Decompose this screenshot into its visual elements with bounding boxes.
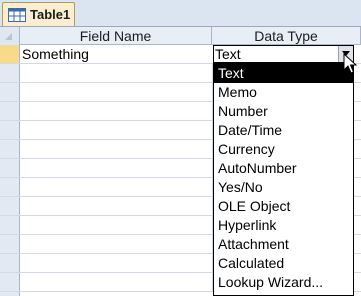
row-selector[interactable]: [0, 216, 20, 234]
row-selector[interactable]: [0, 64, 20, 82]
dropdown-option[interactable]: Lookup Wizard...: [214, 273, 353, 292]
row-selector[interactable]: [0, 254, 20, 272]
row-selector[interactable]: [0, 197, 20, 215]
tab-table1[interactable]: Table1: [2, 2, 75, 26]
field-name-cell[interactable]: Something: [22, 45, 89, 63]
dropdown-option[interactable]: Calculated: [214, 254, 353, 273]
data-type-combobox[interactable]: Text: [213, 45, 354, 63]
row-selector[interactable]: [0, 102, 20, 120]
tab-label: Table1: [30, 7, 71, 22]
tab-strip: Table1: [0, 0, 361, 27]
dropdown-option[interactable]: Currency: [214, 140, 353, 159]
dropdown-option[interactable]: Memo: [214, 83, 353, 102]
grid-corner: [0, 27, 19, 46]
row-selector[interactable]: [0, 159, 20, 177]
dropdown-option[interactable]: Text: [214, 64, 353, 83]
dropdown-option[interactable]: Attachment: [214, 235, 353, 254]
dropdown-option[interactable]: Hyperlink: [214, 216, 353, 235]
mouse-cursor-icon: [343, 53, 357, 74]
dropdown-option[interactable]: AutoNumber: [214, 159, 353, 178]
data-type-dropdown-list[interactable]: Text Memo Number Date/Time Currency AutoNumbe…: [213, 63, 354, 296]
column-header-data-type[interactable]: Data Type: [212, 27, 361, 45]
row-selector[interactable]: [0, 273, 20, 291]
row-selector[interactable]: [0, 45, 20, 63]
dropdown-option[interactable]: Date/Time: [214, 121, 353, 140]
row-selector[interactable]: [0, 83, 20, 101]
dropdown-option[interactable]: Number: [214, 102, 353, 121]
data-type-value[interactable]: Text: [215, 46, 241, 62]
table-icon: [8, 8, 26, 22]
row-selector[interactable]: [0, 121, 20, 139]
table-row-active[interactable]: Something Text: [0, 45, 361, 64]
dropdown-option[interactable]: Yes/No: [214, 178, 353, 197]
dropdown-option[interactable]: OLE Object: [214, 197, 353, 216]
row-selector[interactable]: [0, 178, 20, 196]
column-header-field-name[interactable]: Field Name: [20, 27, 212, 45]
row-selector[interactable]: [0, 140, 20, 158]
row-selector[interactable]: [0, 235, 20, 253]
